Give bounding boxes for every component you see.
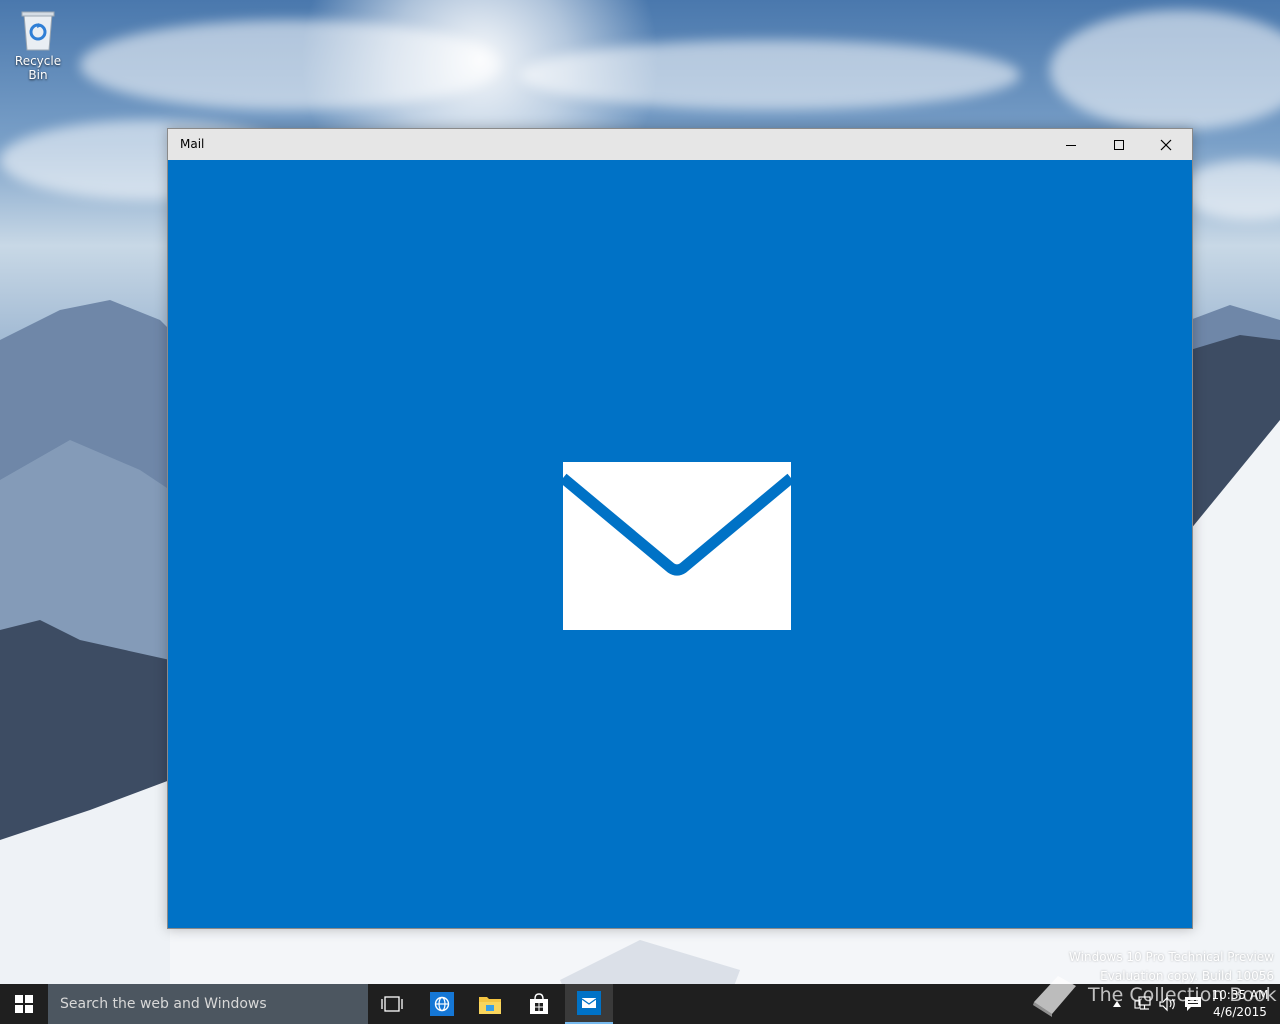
build-watermark-line1: Windows 10 Pro Technical Preview [1069, 950, 1274, 964]
wallpaper-cloud [1180, 160, 1280, 220]
minimize-icon [1066, 144, 1076, 146]
close-icon [1160, 139, 1172, 150]
internet-explorer-icon [430, 992, 454, 1016]
mail-envelope-icon [563, 462, 791, 630]
recycle-bin-icon [21, 11, 55, 51]
close-button[interactable] [1143, 129, 1189, 160]
maximize-icon [1114, 139, 1124, 150]
file-explorer-icon [479, 997, 501, 1014]
wallpaper-cloud [1050, 10, 1280, 130]
window-title: Mail [180, 137, 205, 151]
mail-splash-screen [168, 160, 1192, 928]
mail-window: Mail [167, 128, 1193, 929]
maximize-button[interactable] [1096, 129, 1142, 160]
windows-logo-icon [15, 995, 33, 1013]
taskbar-store-button[interactable] [515, 984, 563, 1024]
wallpaper-cloud [520, 40, 1020, 110]
minimize-button[interactable] [1048, 129, 1094, 160]
task-view-icon [381, 996, 403, 1012]
recycle-bin-label: Recycle Bin [14, 54, 62, 82]
taskbar-file-explorer-button[interactable] [466, 984, 514, 1024]
recycle-bin-shortcut[interactable]: Recycle Bin [4, 8, 72, 82]
brand-watermark: The Collection Book [1028, 972, 1277, 1018]
mail-icon [577, 991, 601, 1015]
window-titlebar[interactable]: Mail [168, 129, 1192, 160]
store-icon [530, 993, 548, 1014]
taskbar-mail-button[interactable] [565, 984, 613, 1024]
brand-watermark-text: The Collection Book [1088, 984, 1277, 1006]
taskbar-browser-button[interactable] [418, 984, 466, 1024]
start-button[interactable] [0, 984, 48, 1024]
search-box[interactable]: Search the web and Windows [48, 984, 368, 1024]
task-view-button[interactable] [368, 984, 416, 1024]
book-icon [1033, 976, 1076, 1017]
wallpaper-cloud [80, 20, 500, 110]
